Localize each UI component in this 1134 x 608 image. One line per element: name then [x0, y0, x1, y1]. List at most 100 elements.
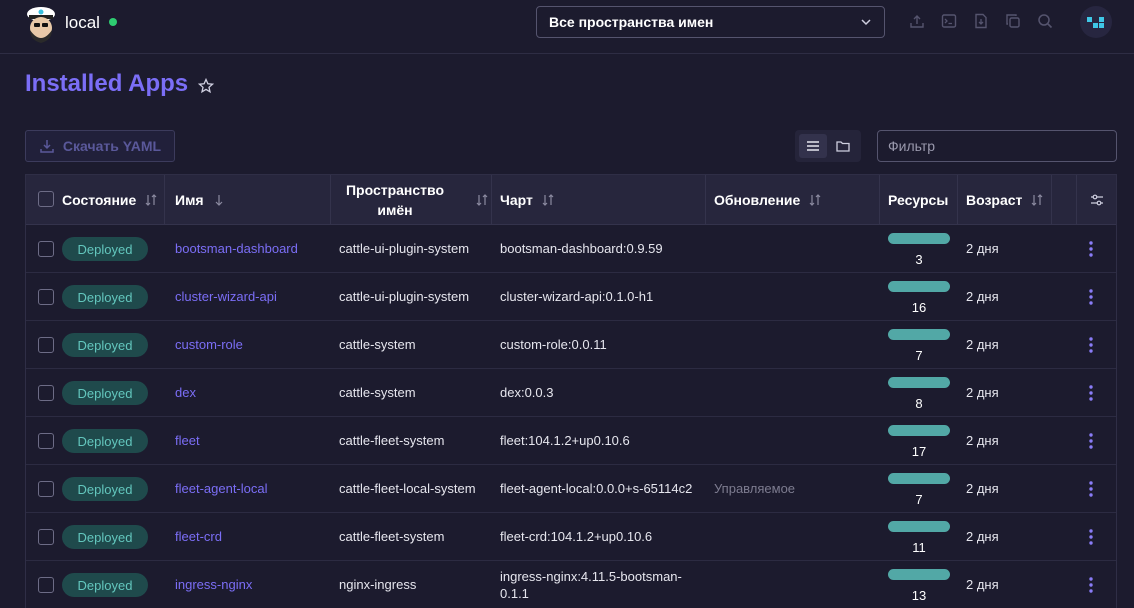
column-upgrade[interactable]: Обновление — [706, 175, 880, 224]
sort-icon — [809, 193, 821, 206]
row-checkbox[interactable] — [38, 577, 54, 593]
table-body: Deployed bootsman-dashboard cattle-ui-plug… — [26, 225, 1116, 608]
app-name-link[interactable]: dex — [175, 385, 196, 400]
app-name-link[interactable]: custom-role — [175, 337, 243, 352]
namespace-cell: cattle-system — [339, 337, 416, 352]
upload-icon[interactable] — [909, 13, 925, 29]
filter-input[interactable] — [877, 130, 1117, 162]
resource-bar[interactable] — [888, 329, 950, 340]
row-checkbox[interactable] — [38, 337, 54, 353]
column-resources: Ресурсы — [880, 175, 958, 224]
kebab-menu-icon[interactable] — [1083, 335, 1099, 355]
settings-sliders-icon — [1091, 194, 1103, 205]
list-view-button[interactable] — [799, 134, 827, 158]
installed-apps-table: Состояние Имя Пространство имён Чарт Обн… — [25, 174, 1117, 608]
resource-bar[interactable] — [888, 233, 950, 244]
cluster-name[interactable]: local — [65, 13, 100, 33]
resource-count: 13 — [911, 588, 927, 603]
namespace-cell: cattle-fleet-system — [339, 529, 445, 544]
column-spacer — [1052, 175, 1077, 224]
row-checkbox[interactable] — [38, 529, 54, 545]
row-checkbox[interactable] — [38, 241, 54, 257]
age-cell: 2 дня — [966, 481, 999, 496]
row-checkbox[interactable] — [38, 481, 54, 497]
user-avatar[interactable] — [1080, 6, 1112, 38]
app-name-link[interactable]: fleet — [175, 433, 200, 448]
namespace-cell: cattle-ui-plugin-system — [339, 289, 470, 304]
download-icon[interactable] — [973, 13, 989, 29]
star-icon[interactable] — [198, 78, 214, 94]
resource-count: 17 — [911, 444, 927, 459]
row-checkbox[interactable] — [38, 385, 54, 401]
terminal-icon[interactable] — [941, 13, 957, 29]
table-row[interactable]: Deployed fleet cattle-fleet-system fleet:10… — [26, 417, 1116, 465]
resource-bar[interactable] — [888, 473, 950, 484]
page-title: Installed Apps — [25, 70, 189, 97]
resource-count: 8 — [915, 396, 923, 411]
table-row[interactable]: Deployed bootsman-dashboard cattle-ui-plug… — [26, 225, 1116, 273]
namespace-select[interactable]: Все пространства имен — [536, 6, 885, 38]
app-name-link[interactable]: fleet-crd — [175, 529, 222, 544]
table-row[interactable]: Deployed cluster-wizard-api cattle-ui-plug… — [26, 273, 1116, 321]
chart-cell: ingress-nginx:4.11.5-bootsman-0.1.1 — [500, 568, 682, 601]
resource-bar[interactable] — [888, 425, 950, 436]
kebab-menu-icon[interactable] — [1083, 431, 1099, 451]
row-checkbox[interactable] — [38, 433, 54, 449]
chart-cell: cluster-wizard-api:0.1.0-h1 — [500, 289, 654, 304]
kebab-menu-icon[interactable] — [1083, 287, 1099, 307]
chevron-down-icon — [861, 19, 871, 26]
download-yaml-button[interactable]: Скачать YAML — [25, 130, 175, 162]
view-toggle — [795, 130, 861, 162]
resource-count: 16 — [911, 300, 927, 315]
download-yaml-label: Скачать YAML — [62, 138, 162, 154]
age-cell: 2 дня — [966, 241, 999, 256]
chart-cell: fleet-crd:104.1.2+up0.10.6 — [500, 529, 653, 544]
table-row[interactable]: Deployed fleet-crd cattle-fleet-system flee… — [26, 513, 1116, 561]
table-row[interactable]: Deployed fleet-agent-local cattle-fleet-lo… — [26, 465, 1116, 513]
table-row[interactable]: Deployed custom-role cattle-system custom-r… — [26, 321, 1116, 369]
column-settings-button[interactable] — [1077, 175, 1117, 224]
kebab-menu-icon[interactable] — [1083, 479, 1099, 499]
table-row[interactable]: Deployed ingress-nginx nginx-ingress ingres… — [26, 561, 1116, 608]
status-badge: Deployed — [62, 285, 148, 309]
column-name[interactable]: Имя — [165, 175, 331, 224]
column-age[interactable]: Возраст — [958, 175, 1052, 224]
table-row[interactable]: Deployed dex cattle-system dex:0.0.3 8 2 дня — [26, 369, 1116, 417]
sort-icon — [145, 193, 157, 206]
upgrade-cell: Управляемое — [714, 481, 796, 496]
kebab-menu-icon[interactable] — [1083, 383, 1099, 403]
app-name-link[interactable]: ingress-nginx — [175, 577, 252, 592]
namespace-cell: cattle-system — [339, 385, 416, 400]
age-cell: 2 дня — [966, 577, 999, 592]
namespace-cell: nginx-ingress — [339, 577, 417, 592]
copy-icon[interactable] — [1005, 13, 1021, 29]
captain-logo-icon[interactable] — [24, 4, 58, 44]
resource-bar[interactable] — [888, 521, 950, 532]
folder-view-button[interactable] — [829, 134, 857, 158]
list-view-icon — [807, 141, 819, 151]
resource-bar[interactable] — [888, 569, 950, 580]
resource-bar[interactable] — [888, 281, 950, 292]
search-icon[interactable] — [1037, 13, 1053, 29]
namespace-cell: cattle-fleet-local-system — [339, 481, 476, 496]
kebab-menu-icon[interactable] — [1083, 575, 1099, 595]
status-badge: Deployed — [62, 477, 148, 501]
kebab-menu-icon[interactable] — [1083, 239, 1099, 259]
app-name-link[interactable]: cluster-wizard-api — [175, 289, 277, 304]
status-badge: Deployed — [62, 333, 148, 357]
app-name-link[interactable]: fleet-agent-local — [175, 481, 268, 496]
app-name-link[interactable]: bootsman-dashboard — [175, 241, 298, 256]
resource-count: 3 — [915, 252, 923, 267]
column-namespace[interactable]: Пространство имён — [331, 175, 492, 224]
status-badge: Deployed — [62, 525, 148, 549]
column-state[interactable]: Состояние — [26, 175, 165, 224]
resource-bar[interactable] — [888, 377, 950, 388]
status-badge: Deployed — [62, 237, 148, 261]
row-checkbox[interactable] — [38, 289, 54, 305]
select-all-checkbox[interactable] — [38, 191, 54, 207]
column-chart[interactable]: Чарт — [492, 175, 706, 224]
chart-cell: bootsman-dashboard:0.9.59 — [500, 241, 663, 256]
kebab-menu-icon[interactable] — [1083, 527, 1099, 547]
age-cell: 2 дня — [966, 433, 999, 448]
chart-cell: custom-role:0.0.11 — [500, 337, 607, 352]
